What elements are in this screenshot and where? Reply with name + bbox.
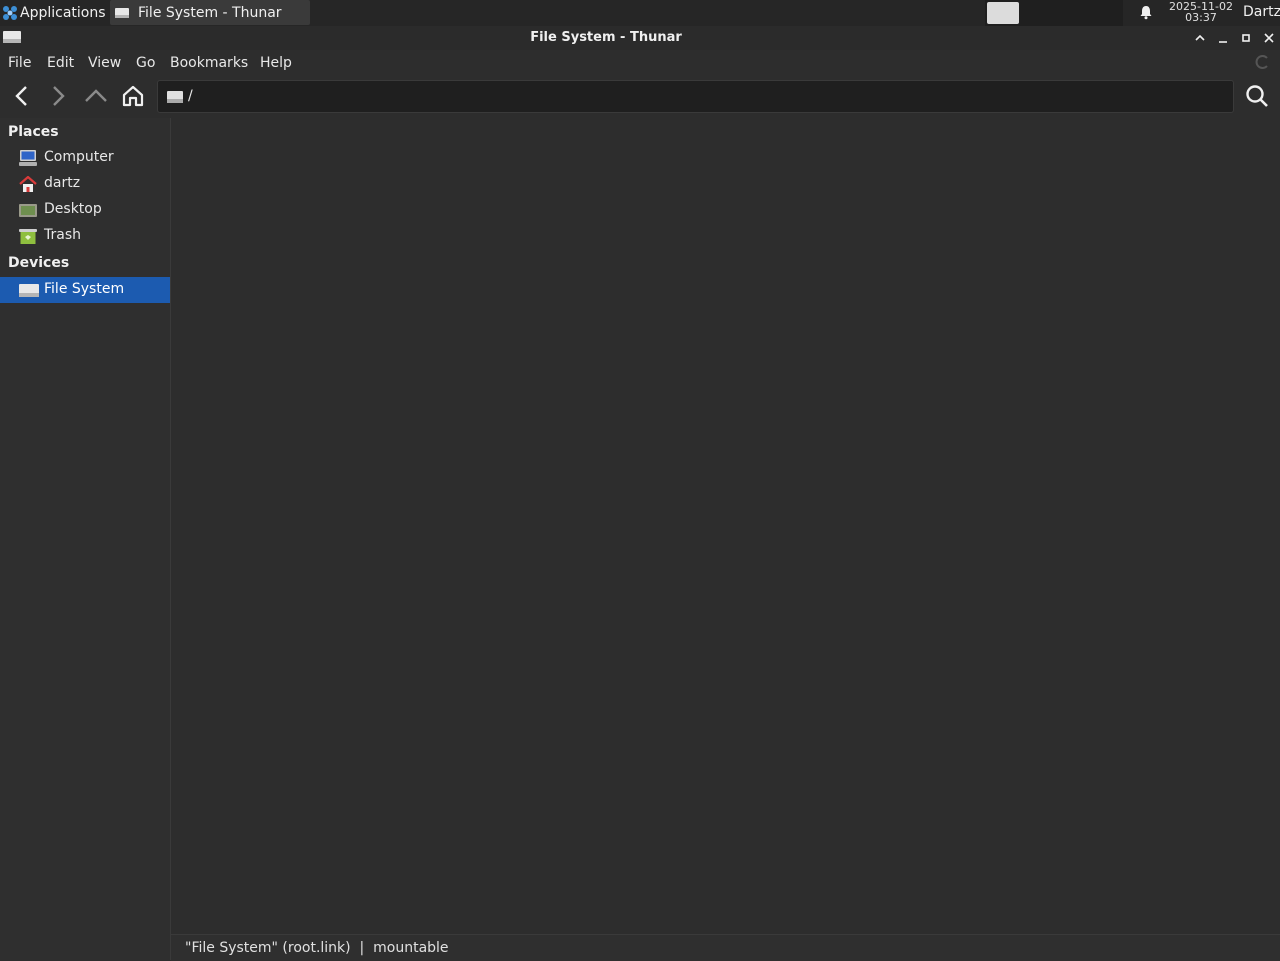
menu-edit[interactable]: Edit (47, 55, 74, 71)
arrow-up-icon (85, 89, 107, 102)
sidebar: Places Computer dartz Desktop Trash Devi… (0, 118, 171, 960)
sidebar-item-desktop[interactable]: Desktop (0, 197, 170, 223)
arrow-left-icon (15, 86, 27, 106)
taskbar-item-thunar[interactable]: File System - Thunar (110, 0, 310, 25)
search-icon (1246, 85, 1268, 107)
workspace-4[interactable] (1089, 0, 1123, 26)
home-icon (122, 85, 144, 107)
sidebar-item-label: Trash (44, 227, 81, 243)
arrow-right-icon (53, 86, 65, 106)
close-button[interactable] (1261, 30, 1277, 46)
sidebar-item-file-system[interactable]: File System (0, 277, 170, 303)
clock-time: 03:37 (1185, 11, 1217, 24)
drive-icon (167, 91, 183, 103)
trash-icon (19, 229, 37, 244)
loading-spinner-icon (1255, 55, 1268, 69)
places-heading: Places (8, 124, 59, 140)
close-icon (1264, 33, 1274, 43)
drive-icon (115, 7, 129, 18)
computer-icon (19, 150, 37, 166)
drive-icon (19, 284, 39, 297)
file-view[interactable] (171, 118, 1280, 934)
location-bar[interactable]: / (157, 80, 1234, 113)
menu-go[interactable]: Go (136, 55, 155, 71)
clock[interactable]: 2025-11-02 03:37 (1168, 1, 1234, 23)
sidebar-item-label: Computer (44, 149, 114, 165)
back-button[interactable] (8, 82, 36, 110)
sidebar-item-computer[interactable]: Computer (0, 145, 170, 171)
xfce-logo-icon (3, 6, 17, 20)
applications-label: Applications (20, 5, 106, 21)
home-button[interactable] (119, 82, 147, 110)
menubar: File Edit View Go Bookmarks Help (0, 50, 1280, 76)
workspace-3[interactable] (1055, 0, 1089, 26)
minimize-button[interactable] (1215, 30, 1231, 46)
minimize-icon (1219, 41, 1227, 43)
maximize-button[interactable] (1238, 30, 1254, 46)
maximize-icon (1242, 34, 1250, 42)
parent-folder-button[interactable] (82, 82, 110, 110)
applications-menu-button[interactable]: Applications (0, 0, 106, 26)
location-path[interactable]: / (188, 88, 193, 104)
sidebar-item-label: File System (44, 281, 125, 297)
workspace-1[interactable] (985, 0, 1021, 26)
devices-heading: Devices (8, 255, 70, 271)
home-folder-icon (19, 176, 37, 192)
menu-bookmarks[interactable]: Bookmarks (170, 55, 248, 71)
sidebar-item-label: dartz (44, 175, 81, 191)
top-panel: Applications File System - Thunar 2025-1… (0, 0, 1280, 26)
search-button[interactable] (1243, 82, 1271, 110)
status-text: "File System" (root.link) | mountable (185, 940, 449, 956)
menu-file[interactable]: File (8, 55, 31, 71)
window-title: File System - Thunar (530, 30, 682, 45)
notification-bell-icon[interactable] (1138, 4, 1154, 24)
chevron-up-icon (1195, 34, 1205, 41)
user-menu[interactable]: Dartz (1243, 4, 1280, 20)
forward-button[interactable] (44, 82, 72, 110)
taskbar-item-label: File System - Thunar (138, 4, 282, 21)
statusbar: "File System" (root.link) | mountable (171, 934, 1280, 961)
window-titlebar[interactable]: File System - Thunar (0, 26, 1280, 50)
workspace-2[interactable] (1021, 0, 1055, 26)
menu-help[interactable]: Help (260, 55, 292, 71)
sidebar-item-label: Desktop (44, 201, 102, 217)
sidebar-item-dartz[interactable]: dartz (0, 171, 170, 197)
shade-button[interactable] (1192, 30, 1208, 46)
desktop-icon (19, 204, 37, 217)
menu-view[interactable]: View (88, 55, 121, 71)
sidebar-item-trash[interactable]: Trash (0, 223, 170, 249)
